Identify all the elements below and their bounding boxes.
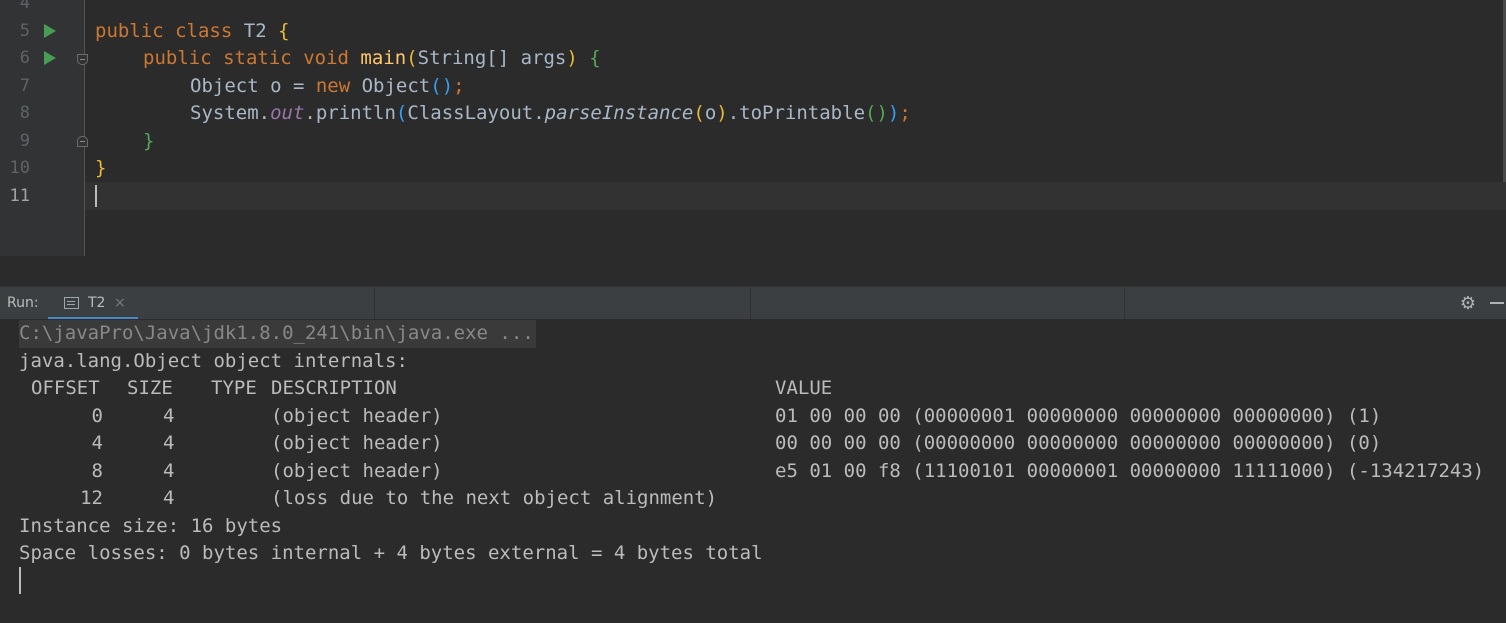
paren: ) bbox=[887, 102, 900, 124]
constructor: Object bbox=[350, 75, 431, 97]
semicolon: ; bbox=[899, 102, 911, 124]
close-tab-icon[interactable]: × bbox=[114, 287, 126, 320]
code-line-9[interactable]: } bbox=[143, 128, 154, 156]
run-main-icon[interactable] bbox=[44, 51, 56, 65]
console-icon bbox=[64, 297, 79, 309]
console-title: java.lang.Object object internals: bbox=[19, 350, 408, 372]
row-description: (object header) bbox=[271, 405, 443, 427]
row-value: e5 01 00 f8 (11100101 00000001 00000000 … bbox=[775, 460, 1485, 482]
line-number: 10 bbox=[9, 158, 30, 178]
row-value: 00 00 00 00 (00000000 00000000 00000000 … bbox=[775, 432, 1382, 454]
keyword: static bbox=[223, 47, 292, 69]
header-divider bbox=[1124, 287, 1125, 320]
space-losses-line: Space losses: 0 bytes internal + 4 bytes… bbox=[19, 542, 763, 564]
argument: o bbox=[704, 102, 717, 124]
row-description: (object header) bbox=[271, 432, 443, 454]
run-class-icon[interactable] bbox=[44, 24, 56, 38]
console-output[interactable]: C:\javaPro\Java\jdk1.8.0_241\bin\java.ex… bbox=[0, 319, 1506, 623]
code-line-8[interactable]: System.out.println(ClassLayout.parseInst… bbox=[190, 100, 911, 128]
identifier: System. bbox=[190, 102, 271, 124]
paren: ) bbox=[716, 102, 728, 124]
line-number-current: 11 bbox=[9, 186, 30, 206]
line-number: 9 bbox=[19, 131, 30, 151]
row-size: 4 bbox=[163, 460, 175, 482]
console-caret bbox=[19, 567, 21, 594]
row-description: (object header) bbox=[271, 460, 443, 482]
static-field: out bbox=[270, 102, 305, 124]
line-number: 7 bbox=[19, 76, 30, 96]
paren: ( bbox=[693, 102, 705, 124]
paren: () bbox=[865, 102, 888, 124]
brace: { bbox=[278, 20, 290, 42]
paren: ( bbox=[395, 102, 408, 124]
brace: { bbox=[589, 47, 601, 69]
header-value: VALUE bbox=[775, 377, 833, 399]
static-method-call: parseInstance bbox=[544, 102, 694, 124]
header-divider bbox=[750, 287, 751, 320]
fold-end-icon[interactable] bbox=[77, 136, 88, 147]
editor-gutter: 4 5 6 7 8 9 10 11 bbox=[0, 0, 88, 256]
paren: ) bbox=[566, 47, 578, 69]
run-tab-t2[interactable]: T2 × bbox=[48, 287, 138, 320]
paren: ( bbox=[406, 47, 418, 69]
line-number: 5 bbox=[19, 21, 30, 41]
code-line-5[interactable]: public class T2 { bbox=[95, 18, 290, 46]
parameters: String[] args bbox=[417, 47, 567, 69]
console-command-line[interactable]: C:\javaPro\Java\jdk1.8.0_241\bin\java.ex… bbox=[19, 320, 536, 348]
row-offset: 12 bbox=[80, 487, 103, 509]
header-divider bbox=[374, 287, 375, 320]
header-type: TYPE bbox=[211, 377, 257, 399]
paren: () bbox=[430, 75, 454, 97]
keyword: class bbox=[175, 20, 233, 42]
run-label: Run: bbox=[7, 295, 39, 311]
row-description: (loss due to the next object alignment) bbox=[271, 487, 718, 509]
fold-start-icon[interactable] bbox=[77, 54, 88, 65]
method-call: .toPrintable bbox=[727, 102, 866, 124]
keyword: public bbox=[95, 20, 164, 42]
header-offset: OFFSET bbox=[31, 377, 100, 399]
row-offset: 0 bbox=[91, 405, 103, 427]
method-name: main bbox=[360, 47, 407, 69]
gear-icon[interactable]: ⚙ bbox=[1460, 287, 1476, 320]
row-offset: 4 bbox=[91, 432, 103, 454]
keyword: new bbox=[315, 75, 351, 97]
line-number: 4 bbox=[19, 0, 30, 13]
code-editor[interactable]: 4 5 6 7 8 9 10 11 public class T2 { publ… bbox=[0, 0, 1506, 256]
semicolon: ; bbox=[453, 75, 465, 97]
declaration: Object o = bbox=[190, 75, 316, 97]
identifier: ClassLayout. bbox=[407, 102, 545, 124]
row-value: 01 00 00 00 (00000001 00000000 00000000 … bbox=[775, 405, 1382, 427]
instance-size-line: Instance size: 16 bytes bbox=[19, 515, 283, 537]
editor-caret bbox=[95, 185, 97, 207]
keyword: public bbox=[143, 47, 212, 69]
code-line-6[interactable]: public static void main(String[] args) { bbox=[143, 45, 601, 73]
minimize-icon[interactable] bbox=[1490, 302, 1504, 304]
method-call: .println bbox=[304, 102, 396, 124]
class-name: T2 bbox=[243, 20, 267, 42]
run-tab-label: T2 bbox=[88, 295, 106, 311]
header-size: SIZE bbox=[127, 377, 173, 399]
code-line-7[interactable]: Object o = new Object(); bbox=[190, 73, 465, 101]
current-line-highlight bbox=[85, 182, 1506, 210]
line-number: 6 bbox=[19, 48, 30, 68]
keyword: void bbox=[303, 47, 349, 69]
row-size: 4 bbox=[163, 405, 175, 427]
line-number: 8 bbox=[19, 103, 30, 123]
row-offset: 8 bbox=[91, 460, 103, 482]
header-description: DESCRIPTION bbox=[271, 377, 397, 399]
row-size: 4 bbox=[163, 487, 175, 509]
run-toolwindow-header: Run: T2 × ⚙ bbox=[0, 286, 1506, 320]
row-size: 4 bbox=[163, 432, 175, 454]
code-line-10[interactable]: } bbox=[95, 155, 106, 183]
